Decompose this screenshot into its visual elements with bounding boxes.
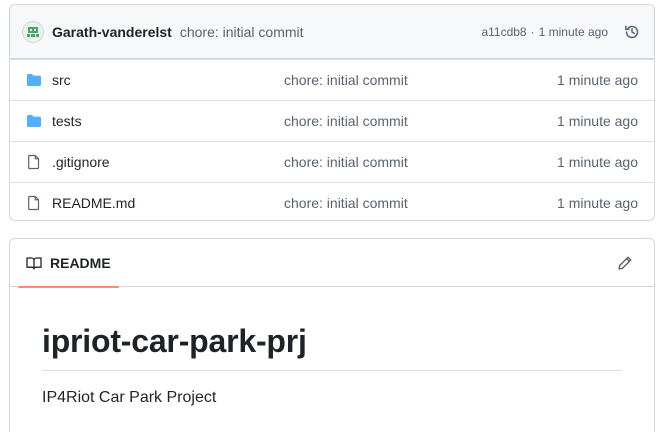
commit-separator: · xyxy=(530,24,535,39)
folder-icon xyxy=(26,113,42,129)
file-name[interactable]: tests xyxy=(52,113,284,129)
commit-sha[interactable]: a11cdb8 xyxy=(481,25,526,39)
file-name[interactable]: src xyxy=(52,72,284,88)
tab-active-indicator xyxy=(18,285,119,288)
file-commit-time: 1 minute ago xyxy=(557,154,638,170)
file-icon xyxy=(26,154,42,170)
tab-readme[interactable]: README xyxy=(18,239,119,288)
folder-icon xyxy=(26,72,42,88)
commit-time: 1 minute ago xyxy=(538,24,608,39)
file-commit-message[interactable]: chore: initial commit xyxy=(284,113,557,129)
file-browser: Garath-vanderelst chore: initial commit … xyxy=(9,4,655,221)
latest-commit-bar: Garath-vanderelst chore: initial commit … xyxy=(10,5,654,59)
file-row-tests[interactable]: tests chore: initial commit 1 minute ago xyxy=(10,100,654,141)
file-name[interactable]: .gitignore xyxy=(52,154,284,170)
readme-title: ipriot-car-park-prj xyxy=(42,323,622,371)
readme-panel: README ipriot-car-park-prj IP4Riot Car P… xyxy=(9,238,655,432)
tab-readme-label: README xyxy=(50,254,111,271)
history-icon xyxy=(625,24,639,38)
avatar-icon xyxy=(27,26,39,37)
commit-message[interactable]: chore: initial commit xyxy=(180,24,304,40)
file-row-src[interactable]: src chore: initial commit 1 minute ago xyxy=(10,59,654,100)
file-commit-message[interactable]: chore: initial commit xyxy=(284,72,557,88)
commit-author[interactable]: Garath-vanderelst xyxy=(52,24,172,40)
file-commit-time: 1 minute ago xyxy=(557,113,638,129)
file-row-gitignore[interactable]: .gitignore chore: initial commit 1 minut… xyxy=(10,141,654,182)
book-icon xyxy=(26,255,42,271)
file-commit-message[interactable]: chore: initial commit xyxy=(284,195,557,211)
readme-content: ipriot-car-park-prj IP4Riot Car Park Pro… xyxy=(10,287,654,407)
file-commit-message[interactable]: chore: initial commit xyxy=(284,154,557,170)
pencil-icon xyxy=(618,256,632,270)
commit-meta: a11cdb8 · 1 minute ago xyxy=(481,22,642,42)
edit-readme-button[interactable] xyxy=(616,254,634,272)
avatar[interactable] xyxy=(22,20,44,43)
readme-description: IP4Riot Car Park Project xyxy=(42,389,217,406)
file-icon xyxy=(26,195,42,211)
file-commit-time: 1 minute ago xyxy=(557,72,638,88)
file-row-readme[interactable]: README.md chore: initial commit 1 minute… xyxy=(10,182,654,220)
file-commit-time: 1 minute ago xyxy=(557,195,638,211)
history-button[interactable] xyxy=(622,22,642,42)
file-name[interactable]: README.md xyxy=(52,195,284,211)
readme-header: README xyxy=(10,239,654,288)
